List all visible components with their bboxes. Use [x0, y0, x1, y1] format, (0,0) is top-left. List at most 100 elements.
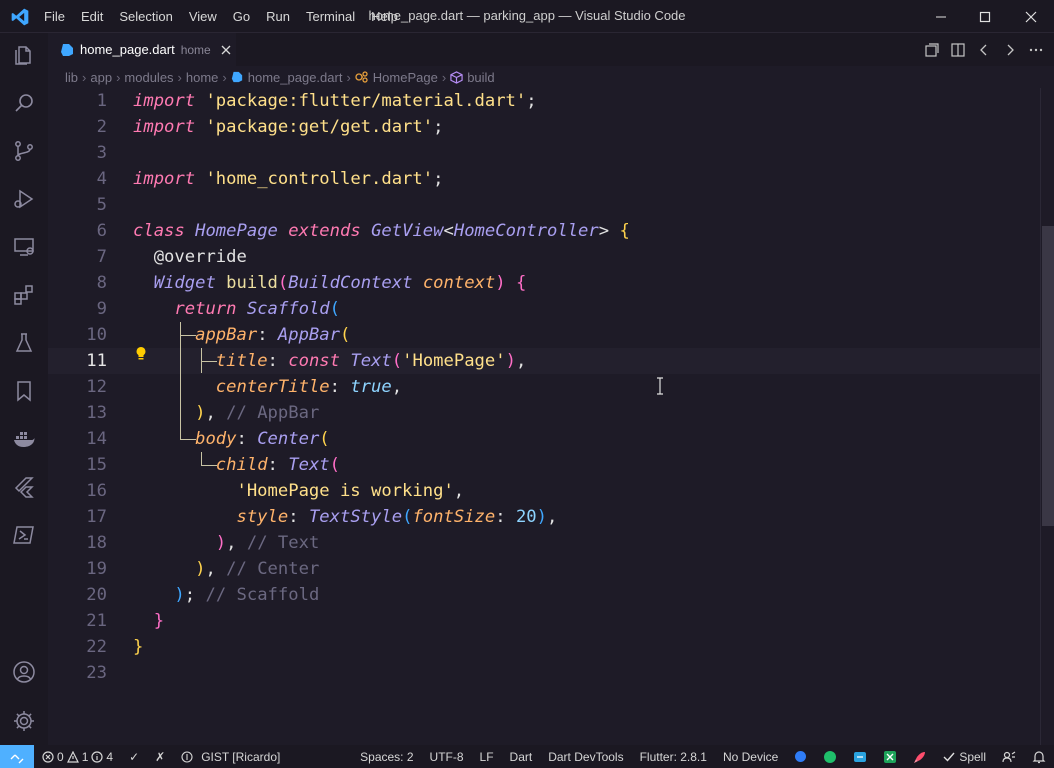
- class-symbol-icon: [355, 71, 368, 83]
- chevron-right-icon[interactable]: [1002, 42, 1018, 58]
- check-status[interactable]: ✓: [121, 745, 147, 768]
- code-line[interactable]: 15 child: Text(: [48, 452, 1040, 478]
- breadcrumb-file[interactable]: home_page.dart: [248, 70, 343, 85]
- code-editor[interactable]: 23 22} 21 } 20 ); // Scaffold 19 ), // Cente…: [48, 88, 1040, 745]
- extensions-icon[interactable]: [12, 283, 36, 307]
- settings-gear-icon[interactable]: [12, 709, 36, 733]
- code-line[interactable]: 1 import 'package:flutter/material.dart';: [48, 88, 1040, 114]
- code-line[interactable]: 12 centerTitle: true,: [48, 374, 1040, 400]
- tab-home-page-dart[interactable]: home_page.dart home: [48, 33, 236, 66]
- eol-status[interactable]: LF: [472, 745, 502, 768]
- code-line[interactable]: 22}: [48, 634, 1040, 660]
- menu-go[interactable]: Go: [225, 9, 258, 24]
- remote-explorer-icon[interactable]: [12, 235, 36, 259]
- code-token: 20: [515, 507, 537, 527]
- feedback-icon[interactable]: [994, 745, 1024, 768]
- notifications-bell-icon[interactable]: [1024, 745, 1054, 768]
- remote-indicator-button[interactable]: [0, 745, 34, 768]
- gist-status[interactable]: GIST [Ricardo]: [173, 745, 288, 768]
- more-actions-icon[interactable]: [1028, 42, 1044, 58]
- split-editor-icon[interactable]: [950, 42, 966, 58]
- run-debug-icon[interactable]: [12, 187, 36, 211]
- code-line[interactable]: 13 ), // AppBar: [48, 400, 1040, 426]
- line-code: import 'package:get/get.dart';: [133, 114, 443, 140]
- code-token: title: [215, 351, 268, 371]
- minimize-button[interactable]: [918, 0, 964, 33]
- flutter-version-status[interactable]: Flutter: 2.8.1: [632, 745, 715, 768]
- explorer-icon[interactable]: [12, 43, 36, 67]
- code-line[interactable]: 16 'HomePage is working',: [48, 478, 1040, 504]
- device-selector[interactable]: No Device: [715, 745, 786, 768]
- rocket-icon[interactable]: [905, 745, 935, 768]
- breadcrumb-home[interactable]: home: [186, 70, 219, 85]
- code-line[interactable]: 17 style: TextStyle(fontSize: 20),: [48, 504, 1040, 530]
- code-line[interactable]: 3: [48, 140, 1040, 166]
- lightbulb-icon[interactable]: [135, 346, 147, 362]
- editor-scrollbar[interactable]: [1040, 88, 1054, 745]
- breadcrumb-method[interactable]: build: [467, 70, 494, 85]
- menu-file[interactable]: File: [36, 9, 73, 24]
- close-window-button[interactable]: [1008, 0, 1054, 33]
- code-line[interactable]: 10 appBar: AppBar(: [48, 322, 1040, 348]
- text-cursor-icon: [657, 377, 663, 395]
- code-line[interactable]: 7 @override: [48, 244, 1040, 270]
- blue-circle-status-icon[interactable]: [786, 745, 815, 768]
- code-line[interactable]: 21 }: [48, 608, 1040, 634]
- chevron-left-icon[interactable]: [976, 42, 992, 58]
- account-icon[interactable]: [12, 660, 36, 684]
- bookmarks-icon[interactable]: [12, 379, 36, 403]
- code-line[interactable]: 23: [48, 660, 1040, 686]
- breadcrumb-modules[interactable]: modules: [124, 70, 173, 85]
- code-token: ): [174, 585, 185, 605]
- breadcrumb-lib[interactable]: lib: [65, 70, 78, 85]
- maximize-button[interactable]: [962, 0, 1008, 33]
- close-tab-icon[interactable]: [221, 45, 231, 55]
- code-line[interactable]: 18 ), // Text: [48, 530, 1040, 556]
- menu-run[interactable]: Run: [258, 9, 298, 24]
- code-token: :: [288, 507, 309, 527]
- menu-selection[interactable]: Selection: [111, 9, 180, 24]
- scrollbar-thumb[interactable]: [1042, 226, 1054, 526]
- live-share-icon[interactable]: [845, 745, 875, 768]
- problems-indicator[interactable]: 0 1 4: [34, 745, 121, 768]
- menu-help[interactable]: Help: [363, 9, 406, 24]
- search-icon[interactable]: [12, 91, 36, 115]
- code-line[interactable]: 11 title: const Text('HomePage'),: [48, 348, 1040, 374]
- spell-check-status[interactable]: Spell: [935, 745, 994, 768]
- menu-edit[interactable]: Edit: [73, 9, 111, 24]
- indentation-status[interactable]: Spaces: 2: [352, 745, 421, 768]
- dart-devtools-button[interactable]: Dart DevTools: [540, 745, 631, 768]
- code-line[interactable]: 4 import 'home_controller.dart';: [48, 166, 1040, 192]
- code-line[interactable]: 2 import 'package:get/get.dart';: [48, 114, 1040, 140]
- excel-icon[interactable]: [875, 745, 905, 768]
- code-token: :: [257, 325, 278, 345]
- cross-status[interactable]: ✗: [147, 745, 173, 768]
- line-number: 13: [86, 403, 107, 423]
- source-control-icon[interactable]: [12, 139, 36, 163]
- encoding-status[interactable]: UTF-8: [422, 745, 472, 768]
- breadcrumb-separator: ›: [116, 69, 121, 85]
- flutter-icon[interactable]: [12, 475, 36, 499]
- breadcrumb-app[interactable]: app: [90, 70, 112, 85]
- code-line[interactable]: 8 Widget build(BuildContext context) {: [48, 270, 1040, 296]
- green-circle-status-icon[interactable]: [815, 745, 845, 768]
- open-changes-icon[interactable]: [924, 42, 940, 58]
- testing-icon[interactable]: [12, 331, 36, 355]
- menu-terminal[interactable]: Terminal: [298, 9, 363, 24]
- breadcrumb-separator: ›: [222, 69, 227, 85]
- code-line[interactable]: 6 class HomePage extends GetView<HomeCont…: [48, 218, 1040, 244]
- code-line[interactable]: 14 body: Center(: [48, 426, 1040, 452]
- language-mode-status[interactable]: Dart: [502, 745, 541, 768]
- code-token: BuildContext: [288, 273, 413, 293]
- docker-icon[interactable]: [12, 427, 36, 451]
- code-line[interactable]: 20 ); // Scaffold: [48, 582, 1040, 608]
- code-line[interactable]: 19 ), // Center: [48, 556, 1040, 582]
- code-line[interactable]: 5: [48, 192, 1040, 218]
- breadcrumb-class[interactable]: HomePage: [373, 70, 438, 85]
- code-line[interactable]: 9 return Scaffold(: [48, 296, 1040, 322]
- menu-view[interactable]: View: [181, 9, 225, 24]
- code-token: ;: [433, 117, 444, 137]
- powershell-icon[interactable]: [12, 523, 36, 547]
